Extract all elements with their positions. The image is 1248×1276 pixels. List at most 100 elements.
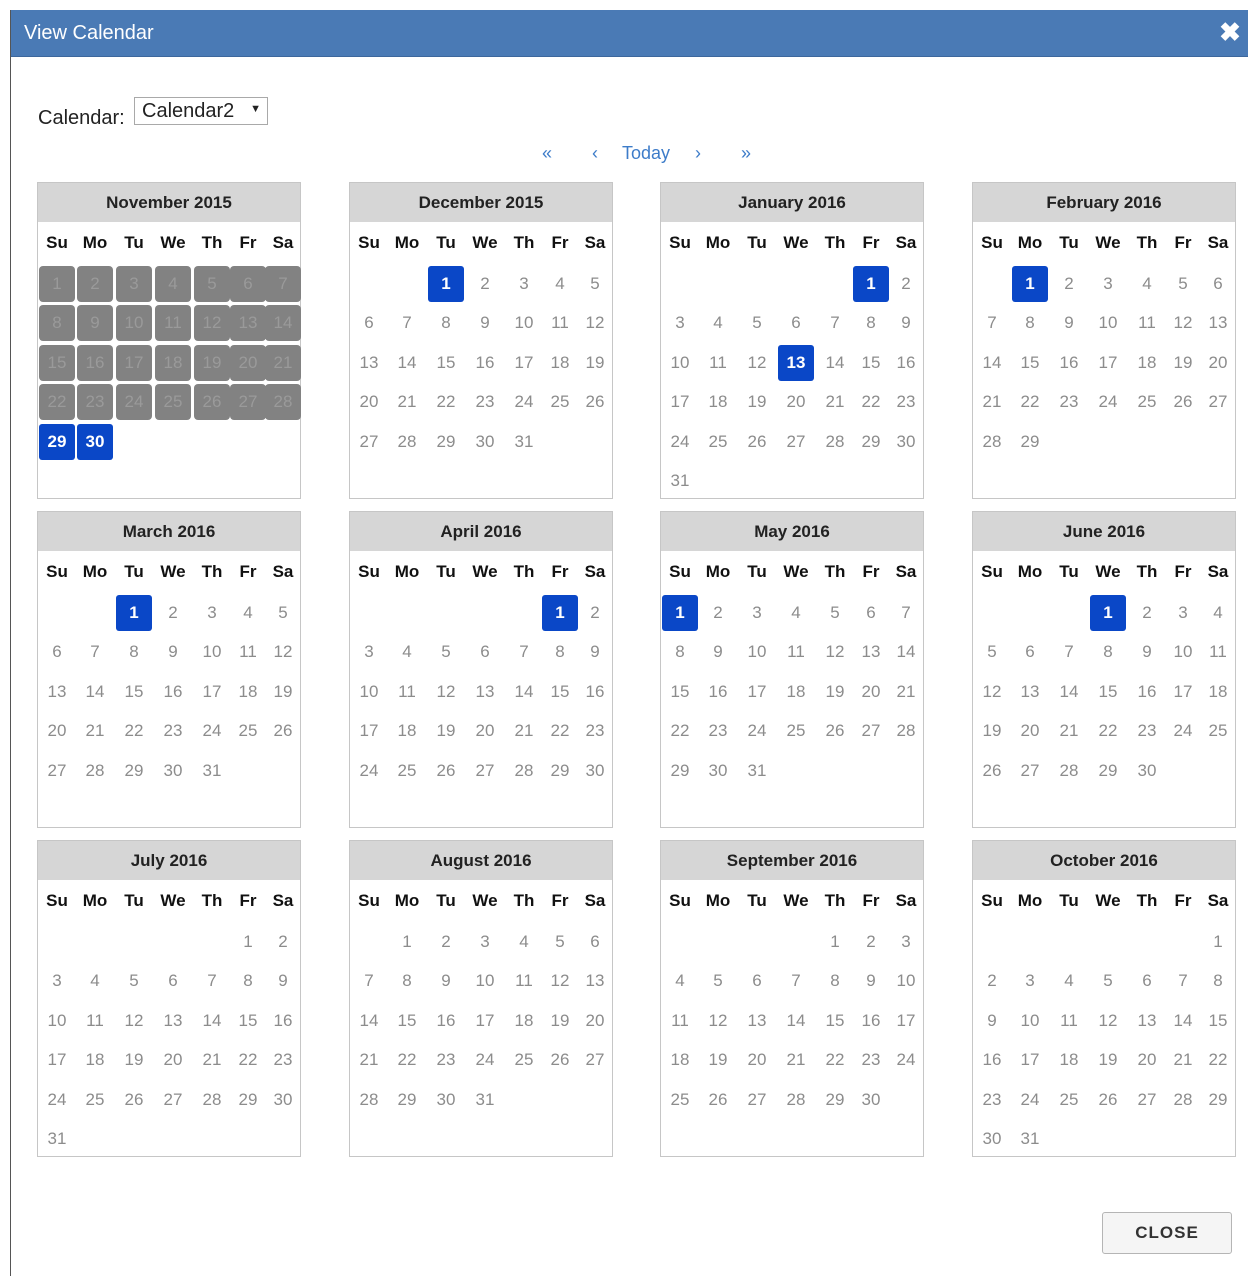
day-cell[interactable]: 17 xyxy=(1090,345,1126,381)
day-cell[interactable]: 30 xyxy=(467,424,503,460)
day-cell[interactable]: 25 xyxy=(778,713,814,749)
day-cell[interactable]: 15 xyxy=(662,674,698,710)
day-cell[interactable]: 27 xyxy=(778,424,814,460)
day-cell[interactable]: 29 xyxy=(853,424,889,460)
day-cell[interactable]: 10 xyxy=(194,634,230,670)
day-cell[interactable]: 26 xyxy=(974,753,1010,789)
day-cell[interactable]: 31 xyxy=(662,463,698,499)
day-cell[interactable]: 22 xyxy=(39,384,75,420)
day-cell[interactable]: 17 xyxy=(467,1003,503,1039)
day-cell[interactable]: 19 xyxy=(116,1042,152,1078)
day-cell[interactable]: 8 xyxy=(1200,963,1236,999)
day-cell[interactable]: 28 xyxy=(888,713,924,749)
day-cell[interactable]: 2 xyxy=(577,595,613,631)
day-cell[interactable]: 30 xyxy=(577,753,613,789)
day-cell[interactable]: 21 xyxy=(778,1042,814,1078)
day-cell[interactable]: 24 xyxy=(467,1042,503,1078)
day-cell[interactable]: 6 xyxy=(853,595,889,631)
day-cell[interactable]: 5 xyxy=(265,595,301,631)
day-cell[interactable]: 15 xyxy=(116,674,152,710)
day-cell[interactable]: 19 xyxy=(577,345,613,381)
day-cell[interactable]: 7 xyxy=(817,305,853,341)
day-cell[interactable]: 21 xyxy=(1051,713,1087,749)
day-cell[interactable]: 11 xyxy=(700,345,736,381)
day-cell[interactable]: 18 xyxy=(506,1003,542,1039)
day-cell[interactable]: 22 xyxy=(853,384,889,420)
day-cell[interactable]: 11 xyxy=(778,634,814,670)
day-cell[interactable]: 31 xyxy=(39,1121,75,1157)
day-cell[interactable]: 19 xyxy=(542,1003,578,1039)
day-cell[interactable]: 6 xyxy=(1012,634,1048,670)
day-cell[interactable]: 16 xyxy=(428,1003,464,1039)
day-cell[interactable]: 26 xyxy=(1165,384,1201,420)
day-cell[interactable]: 27 xyxy=(155,1082,191,1118)
day-cell[interactable]: 22 xyxy=(1012,384,1048,420)
day-cell[interactable]: 13 xyxy=(39,674,75,710)
day-cell[interactable]: 24 xyxy=(39,1082,75,1118)
day-cell[interactable]: 8 xyxy=(389,963,425,999)
day-cell[interactable]: 26 xyxy=(739,424,775,460)
day-cell[interactable]: 3 xyxy=(1165,595,1201,631)
day-cell[interactable]: 22 xyxy=(116,713,152,749)
day-cell[interactable]: 22 xyxy=(428,384,464,420)
day-cell[interactable]: 21 xyxy=(194,1042,230,1078)
day-cell[interactable]: 7 xyxy=(1051,634,1087,670)
day-cell[interactable]: 14 xyxy=(888,634,924,670)
day-cell[interactable]: 26 xyxy=(428,753,464,789)
day-cell[interactable]: 1 xyxy=(817,924,853,960)
day-cell[interactable]: 30 xyxy=(77,424,113,460)
day-cell[interactable]: 24 xyxy=(888,1042,924,1078)
prev-month-button[interactable]: ‹ xyxy=(592,143,598,164)
day-cell[interactable]: 19 xyxy=(428,713,464,749)
day-cell[interactable]: 15 xyxy=(39,345,75,381)
day-cell[interactable]: 28 xyxy=(974,424,1010,460)
day-cell[interactable]: 17 xyxy=(39,1042,75,1078)
day-cell[interactable]: 23 xyxy=(577,713,613,749)
day-cell[interactable]: 9 xyxy=(467,305,503,341)
day-cell[interactable]: 25 xyxy=(389,753,425,789)
day-cell[interactable]: 14 xyxy=(194,1003,230,1039)
day-cell[interactable]: 13 xyxy=(1012,674,1048,710)
day-cell[interactable]: 18 xyxy=(389,713,425,749)
day-cell[interactable]: 24 xyxy=(1165,713,1201,749)
day-cell[interactable]: 21 xyxy=(974,384,1010,420)
day-cell[interactable]: 15 xyxy=(853,345,889,381)
day-cell[interactable]: 24 xyxy=(194,713,230,749)
day-cell[interactable]: 16 xyxy=(577,674,613,710)
day-cell[interactable]: 4 xyxy=(1200,595,1236,631)
day-cell[interactable]: 20 xyxy=(778,384,814,420)
day-cell[interactable]: 5 xyxy=(1090,963,1126,999)
day-cell[interactable]: 16 xyxy=(155,674,191,710)
day-cell[interactable]: 14 xyxy=(778,1003,814,1039)
day-cell[interactable]: 16 xyxy=(700,674,736,710)
day-cell[interactable]: 18 xyxy=(155,345,191,381)
day-cell[interactable]: 4 xyxy=(506,924,542,960)
day-cell[interactable]: 12 xyxy=(428,674,464,710)
day-cell[interactable]: 3 xyxy=(1012,963,1048,999)
day-cell[interactable]: 9 xyxy=(974,1003,1010,1039)
day-cell[interactable]: 26 xyxy=(542,1042,578,1078)
day-cell[interactable]: 27 xyxy=(1200,384,1236,420)
day-cell[interactable]: 12 xyxy=(542,963,578,999)
day-cell[interactable]: 24 xyxy=(662,424,698,460)
day-cell[interactable]: 27 xyxy=(1012,753,1048,789)
day-cell[interactable]: 31 xyxy=(506,424,542,460)
day-cell[interactable]: 2 xyxy=(888,266,924,302)
day-cell[interactable]: 17 xyxy=(888,1003,924,1039)
day-cell[interactable]: 20 xyxy=(1200,345,1236,381)
day-cell[interactable]: 4 xyxy=(77,963,113,999)
last-year-button[interactable]: » xyxy=(741,143,751,164)
day-cell[interactable]: 4 xyxy=(155,266,191,302)
day-cell[interactable]: 22 xyxy=(389,1042,425,1078)
day-cell[interactable]: 6 xyxy=(230,266,266,302)
day-cell[interactable]: 14 xyxy=(351,1003,387,1039)
day-cell[interactable]: 29 xyxy=(389,1082,425,1118)
day-cell[interactable]: 29 xyxy=(817,1082,853,1118)
next-month-button[interactable]: › xyxy=(695,143,701,164)
day-cell[interactable]: 28 xyxy=(1051,753,1087,789)
day-cell[interactable]: 23 xyxy=(974,1082,1010,1118)
day-cell[interactable]: 2 xyxy=(265,924,301,960)
day-cell[interactable]: 8 xyxy=(817,963,853,999)
day-cell[interactable]: 29 xyxy=(1090,753,1126,789)
day-cell[interactable]: 3 xyxy=(351,634,387,670)
